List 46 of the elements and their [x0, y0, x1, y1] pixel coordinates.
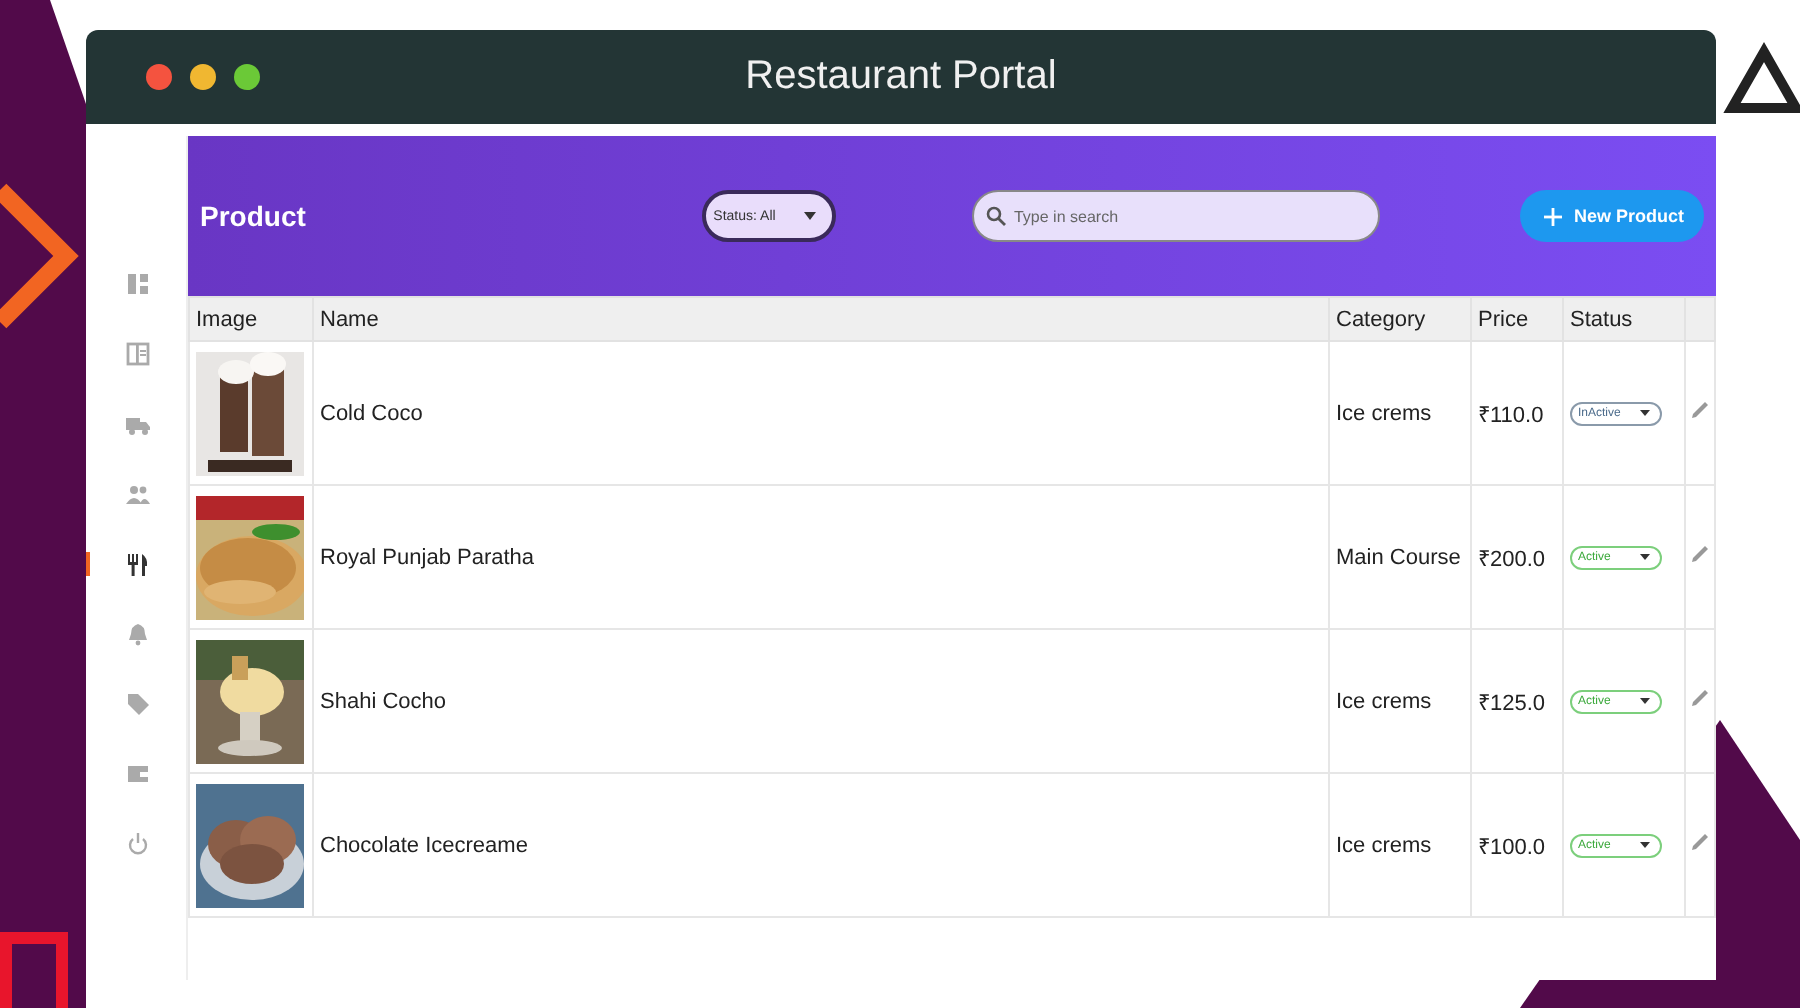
book-icon: [126, 342, 150, 366]
column-header: Image: [189, 297, 313, 341]
triangle-outline: [1723, 41, 1800, 113]
maximize-button[interactable]: [234, 64, 260, 90]
table-cell: Shahi Cocho: [313, 629, 1329, 773]
people-icon: [126, 482, 150, 506]
table-cell: ₹100.0: [1471, 773, 1563, 917]
bell-icon: [126, 622, 150, 646]
power-icon: [126, 832, 150, 856]
pencil-icon[interactable]: [1690, 400, 1710, 420]
search-icon: [985, 206, 1006, 226]
table-cell: Ice crems: [1329, 341, 1471, 485]
minimize-button[interactable]: [190, 64, 216, 90]
square-outline: [0, 932, 68, 1008]
caret-icon: [1640, 554, 1650, 560]
table-cell: Chocolate Icecreame: [313, 773, 1329, 917]
caret-icon: [1640, 698, 1650, 704]
plus-icon: [1543, 207, 1562, 225]
table-cell: ₹110.0: [1471, 341, 1563, 485]
cutlery-icon: [126, 552, 150, 576]
table-cell: Ice crems: [1329, 773, 1471, 917]
column-header: Name: [313, 297, 1329, 341]
tag-icon: [126, 692, 150, 716]
table-cell: Cold Coco: [313, 341, 1329, 485]
truck-icon: [126, 412, 150, 436]
close-button[interactable]: [146, 64, 172, 90]
caret-icon: [1640, 410, 1650, 416]
wallet-icon: [126, 762, 150, 786]
dashboard-icon: [126, 272, 150, 296]
caret-icon: [803, 212, 816, 220]
pencil-icon[interactable]: [1690, 688, 1710, 708]
pencil-icon[interactable]: [1690, 832, 1710, 852]
column-header: Price: [1471, 297, 1563, 341]
new-product-button[interactable]: New Product: [1519, 190, 1704, 242]
column-header: Category: [1329, 297, 1471, 341]
table-cell: ₹125.0: [1471, 629, 1563, 773]
table-cell: Ice crems: [1329, 629, 1471, 773]
pencil-icon[interactable]: [1690, 544, 1710, 564]
table-cell: Royal Punjab Paratha: [313, 485, 1329, 629]
table-cell: ₹200.0: [1471, 485, 1563, 629]
search-field[interactable]: Type in search: [971, 190, 1380, 242]
window-title: Restaurant Portal: [745, 54, 1057, 100]
page-title: Product: [200, 200, 308, 232]
table-cell: Main Course: [1329, 485, 1471, 629]
caret-icon: [1640, 842, 1650, 848]
column-header: Status: [1563, 297, 1685, 341]
